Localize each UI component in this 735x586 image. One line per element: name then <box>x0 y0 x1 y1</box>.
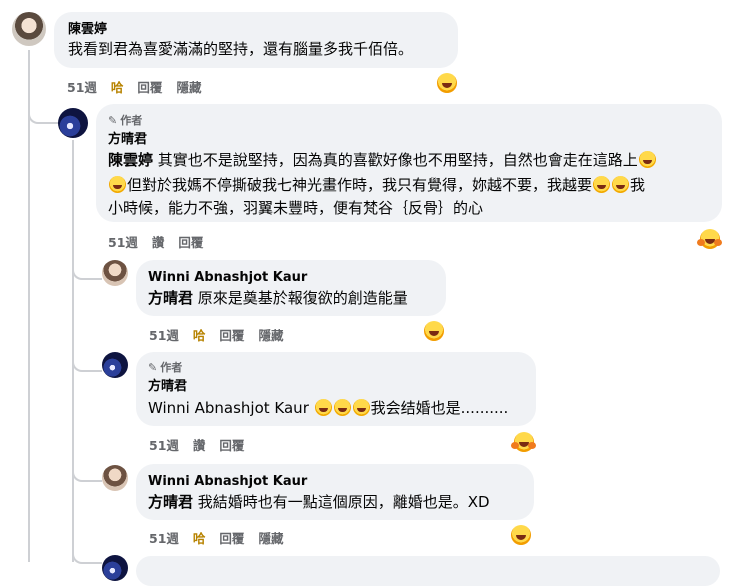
reply-button[interactable]: 回覆 <box>178 235 203 250</box>
comment-text: 方晴君 我結婚時也有一點這個原因，離婚也是。XD <box>148 493 490 511</box>
timestamp[interactable]: 51週 <box>149 438 179 453</box>
avatar[interactable] <box>58 108 88 138</box>
comment-meta: 51週讚回覆 <box>149 435 258 454</box>
avatar[interactable] <box>102 352 128 378</box>
comment-bubble: 陳雲婷 我看到君為喜愛滿滿的堅持，還有腦量多我千佰倍。 <box>54 12 458 68</box>
reply-button[interactable]: 回覆 <box>219 328 244 343</box>
avatar[interactable] <box>102 260 128 286</box>
laughing-emoji[interactable] <box>437 73 457 93</box>
comment-author[interactable]: Winni Abnashjot Kaur <box>148 474 307 490</box>
comment-text: 小時候，能力不強，羽翼未豐時，便有梵谷｛反骨｝的心 <box>108 199 484 217</box>
thread-line-root <box>28 50 30 562</box>
comment-text: 但對於我媽不停撕破我七神光畫作時，我只有覺得，妳越不要，我越要我 <box>108 174 645 196</box>
timestamp[interactable]: 51週 <box>67 80 97 95</box>
laughing-emoji[interactable] <box>511 525 531 545</box>
comment-bubble: Winni Abnashjot Kaur 方晴君 原來是奠基於報復欲的創造能量 <box>136 260 446 316</box>
comment-meta: 51週哈回覆 隱藏 <box>149 325 297 344</box>
pencil-icon: ✎ <box>148 360 158 374</box>
care-emoji[interactable] <box>511 432 534 452</box>
laughing-emoji <box>638 151 656 168</box>
comment-author[interactable]: 陳雲婷 <box>68 22 107 38</box>
hide-button[interactable]: 隱藏 <box>176 80 201 95</box>
laughing-emoji <box>352 399 370 416</box>
laughing-emoji <box>314 399 332 416</box>
avatar[interactable] <box>102 465 128 491</box>
author-badge: ✎ 作者 <box>148 360 183 375</box>
laughing-emoji <box>593 176 611 193</box>
comment-bubble: ✎ 作者 方晴君 Winni Abnashjot Kaur 我会结婚也是.....… <box>136 352 536 426</box>
haha-button[interactable]: 哈 <box>111 80 124 95</box>
reply-button[interactable]: 回覆 <box>219 531 244 546</box>
comment-author[interactable]: 方晴君 <box>148 379 187 395</box>
mention-link[interactable]: 方晴君 <box>148 493 193 511</box>
laughing-emoji <box>333 399 351 416</box>
hide-button[interactable]: 隱藏 <box>258 328 283 343</box>
mention-link[interactable]: Winni Abnashjot Kaur <box>148 399 309 417</box>
reply-button[interactable]: 回覆 <box>219 438 244 453</box>
comment-text: 陳雲婷 其實也不是說堅持，因為真的喜歡好像也不用堅持，自然也會走在這路上 <box>108 149 657 171</box>
like-button[interactable]: 讚 <box>193 438 206 453</box>
haha-button[interactable]: 哈 <box>193 328 206 343</box>
comment-author[interactable]: 方晴君 <box>108 132 147 148</box>
comment-meta: 51週讚回覆 <box>108 232 217 251</box>
thread-elbow <box>72 258 102 280</box>
timestamp[interactable]: 51週 <box>149 531 179 546</box>
haha-button[interactable]: 哈 <box>193 531 206 546</box>
comment-text: 方晴君 原來是奠基於報復欲的創造能量 <box>148 289 408 307</box>
like-button[interactable]: 讚 <box>152 235 165 250</box>
comment-text: Winni Abnashjot Kaur 我会结婚也是.......... <box>148 399 509 417</box>
author-badge: ✎ 作者 <box>108 113 143 128</box>
timestamp[interactable]: 51週 <box>108 235 138 250</box>
timestamp[interactable]: 51週 <box>149 328 179 343</box>
comment-author[interactable]: Winni Abnashjot Kaur <box>148 270 307 286</box>
laughing-emoji <box>612 176 630 193</box>
hide-button[interactable]: 隱藏 <box>258 531 283 546</box>
thread-elbow <box>72 540 102 564</box>
thread-elbow <box>72 348 102 372</box>
laughing-emoji <box>109 176 126 193</box>
laughing-emoji[interactable] <box>424 321 444 341</box>
mention-link[interactable]: 方晴君 <box>148 289 193 307</box>
thread-elbow <box>72 458 102 482</box>
thread-elbow <box>28 100 60 124</box>
comment-text: 我看到君為喜愛滿滿的堅持，還有腦量多我千佰倍。 <box>68 40 414 58</box>
comment-bubble: ✎ 作者 方晴君 陳雲婷 其實也不是說堅持，因為真的喜歡好像也不用堅持，自然也會走… <box>96 104 722 222</box>
mention-link[interactable]: 陳雲婷 <box>108 151 153 169</box>
avatar[interactable] <box>12 12 46 46</box>
comment-bubble: Winni Abnashjot Kaur 方晴君 我結婚時也有一點這個原因，離婚… <box>136 464 534 520</box>
pencil-icon: ✎ <box>108 113 118 127</box>
reply-button[interactable]: 回覆 <box>137 80 162 95</box>
comment-meta: 51週哈回覆 隱藏 <box>67 77 215 96</box>
care-emoji[interactable] <box>697 229 720 249</box>
comment-meta: 51週哈回覆 隱藏 <box>149 528 297 547</box>
comment-bubble <box>136 556 720 586</box>
avatar[interactable] <box>102 555 128 581</box>
